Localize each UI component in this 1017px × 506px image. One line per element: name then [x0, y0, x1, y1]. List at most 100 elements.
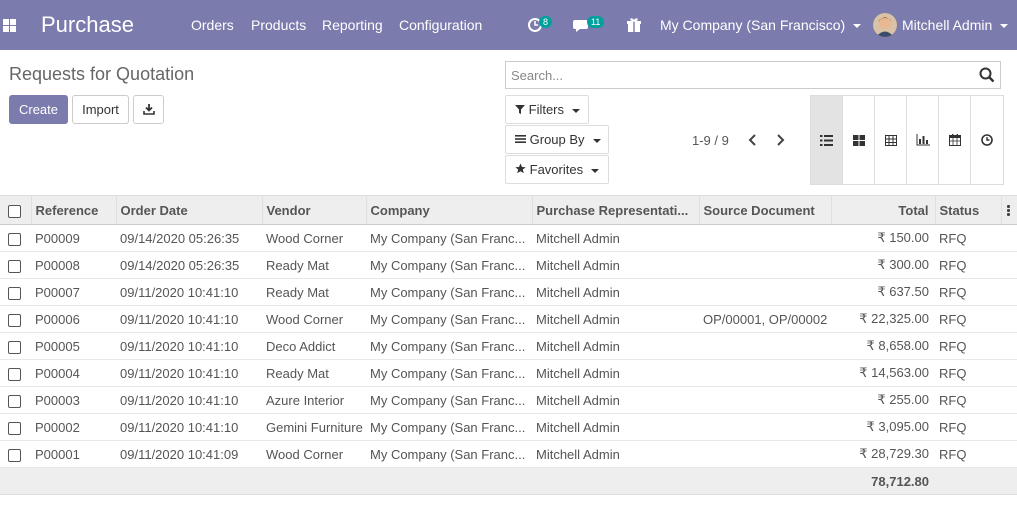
row-select-cell	[0, 305, 31, 333]
table-row[interactable]: P00004 09/11/2020 10:41:10 Ready Mat My Com…	[0, 359, 1017, 387]
column-company[interactable]: Company	[366, 195, 533, 225]
row-checkbox[interactable]	[8, 367, 21, 381]
menu-configuration[interactable]: Configuration	[399, 17, 482, 33]
menu-reporting[interactable]: Reporting	[322, 17, 383, 33]
cell-reference: P00008	[31, 251, 116, 279]
pager-value[interactable]: 1-9 / 9	[692, 133, 729, 148]
search-icon[interactable]	[979, 67, 995, 83]
chevron-down-icon	[1000, 24, 1009, 29]
column-reference[interactable]: Reference	[31, 195, 117, 225]
total-sum: 78,712.80	[831, 467, 935, 495]
row-checkbox[interactable]	[8, 340, 21, 354]
optional-columns-toggle[interactable]	[1001, 195, 1017, 225]
favorites-button[interactable]: Favorites	[505, 155, 609, 184]
groupby-button[interactable]: Group By	[505, 125, 609, 154]
filters-button[interactable]: Filters	[505, 95, 589, 124]
cell-source-document	[699, 440, 831, 468]
import-button[interactable]: Import	[72, 95, 129, 124]
table-row[interactable]: P00008 09/14/2020 05:26:35 Ready Mat My Com…	[0, 251, 1017, 279]
row-checkbox[interactable]	[8, 448, 21, 462]
favorites-label: Favorites	[529, 162, 584, 177]
kanban-view-button[interactable]	[843, 96, 875, 184]
cell-order-date: 09/11/2020 10:41:10	[116, 278, 262, 306]
pager-previous-icon[interactable]	[746, 131, 760, 149]
cell-purchase-representative: Mitchell Admin	[532, 386, 699, 414]
column-status[interactable]: Status	[935, 195, 1002, 225]
cell-vendor: Ready Mat	[262, 278, 366, 306]
cell-order-date: 09/11/2020 10:41:10	[116, 305, 262, 333]
row-spacer	[1001, 224, 1017, 252]
gift-icon[interactable]	[625, 16, 643, 34]
row-checkbox[interactable]	[8, 313, 21, 327]
cell-status: RFQ	[935, 305, 1001, 333]
graph-view-button[interactable]	[907, 96, 939, 184]
table-row[interactable]: P00001 09/11/2020 10:41:09 Wood Corner My C…	[0, 440, 1017, 468]
row-select-cell	[0, 440, 31, 468]
cell-reference: P00001	[31, 440, 116, 468]
download-button[interactable]	[133, 95, 164, 124]
cell-source-document	[699, 251, 831, 279]
menu-orders[interactable]: Orders	[191, 17, 234, 33]
table-row[interactable]: P00007 09/11/2020 10:41:10 Ready Mat My Com…	[0, 278, 1017, 306]
activity-view-icon	[981, 134, 993, 146]
user-name: Mitchell Admin	[902, 17, 993, 33]
menu-products[interactable]: Products	[251, 17, 306, 33]
row-checkbox[interactable]	[8, 394, 21, 408]
row-checkbox[interactable]	[8, 286, 21, 300]
table-row[interactable]: P00009 09/14/2020 05:26:35 Wood Corner My C…	[0, 224, 1017, 252]
chevron-down-icon	[572, 108, 581, 113]
cell-total: ₹ 255.00	[831, 386, 935, 414]
cell-status: RFQ	[935, 251, 1001, 279]
search-input[interactable]	[506, 62, 966, 88]
create-button[interactable]: Create	[9, 95, 68, 124]
filters-label: Filters	[528, 102, 565, 117]
list-view-icon	[820, 134, 833, 146]
row-checkbox[interactable]	[8, 259, 21, 273]
graph-view-icon	[916, 134, 930, 146]
pivot-view-button[interactable]	[875, 96, 907, 184]
table-row[interactable]: P00003 09/11/2020 10:41:10 Azure Interior M…	[0, 386, 1017, 414]
cell-order-date: 09/11/2020 10:41:10	[116, 413, 262, 441]
user-menu[interactable]: Mitchell Admin	[902, 17, 1009, 33]
app-brand[interactable]: Purchase	[41, 12, 134, 38]
row-checkbox[interactable]	[8, 421, 21, 435]
cell-company: My Company (San Franc...	[366, 251, 532, 279]
pager-next-icon[interactable]	[773, 131, 787, 149]
column-order-date[interactable]: Order Date	[116, 195, 263, 225]
table-row[interactable]: P00002 09/11/2020 10:41:10 Gemini Furnitur…	[0, 413, 1017, 441]
cell-company: My Company (San Franc...	[366, 332, 532, 360]
cell-source-document	[699, 413, 831, 441]
row-spacer	[1001, 305, 1017, 333]
cell-total: ₹ 8,658.00	[831, 332, 935, 360]
activity-view-button[interactable]	[971, 96, 1003, 184]
calendar-view-button[interactable]	[939, 96, 971, 184]
cell-company: My Company (San Franc...	[366, 413, 532, 441]
cell-company: My Company (San Franc...	[366, 278, 532, 306]
row-spacer	[1001, 440, 1017, 468]
column-source-document[interactable]: Source Document	[699, 195, 832, 225]
table-row[interactable]: P00005 09/11/2020 10:41:10 Deco Addict My C…	[0, 332, 1017, 360]
row-checkbox[interactable]	[8, 232, 21, 246]
cell-reference: P00005	[31, 332, 116, 360]
cell-company: My Company (San Franc...	[366, 305, 532, 333]
row-select-cell	[0, 278, 31, 306]
download-icon	[142, 104, 155, 115]
user-avatar[interactable]	[873, 13, 897, 37]
list-view-button[interactable]	[811, 96, 843, 184]
cell-total: ₹ 14,563.00	[831, 359, 935, 387]
cell-reference: P00006	[31, 305, 116, 333]
cell-order-date: 09/11/2020 10:41:09	[116, 440, 262, 468]
apps-menu-icon[interactable]	[3, 19, 16, 32]
cell-source-document	[699, 386, 831, 414]
cell-vendor: Ready Mat	[262, 251, 366, 279]
cell-order-date: 09/14/2020 05:26:35	[116, 224, 262, 252]
table-row[interactable]: P00006 09/11/2020 10:41:10 Wood Corner My C…	[0, 305, 1017, 333]
select-all-checkbox[interactable]	[8, 204, 21, 218]
company-switcher[interactable]: My Company (San Francisco)	[660, 17, 862, 33]
table-footer: 78,712.80	[0, 467, 1017, 495]
cell-purchase-representative: Mitchell Admin	[532, 224, 699, 252]
cell-total: ₹ 637.50	[831, 278, 935, 306]
column-purchase-representative[interactable]: Purchase Representati...	[532, 195, 700, 225]
column-vendor[interactable]: Vendor	[262, 195, 367, 225]
column-total[interactable]: Total	[831, 195, 936, 225]
